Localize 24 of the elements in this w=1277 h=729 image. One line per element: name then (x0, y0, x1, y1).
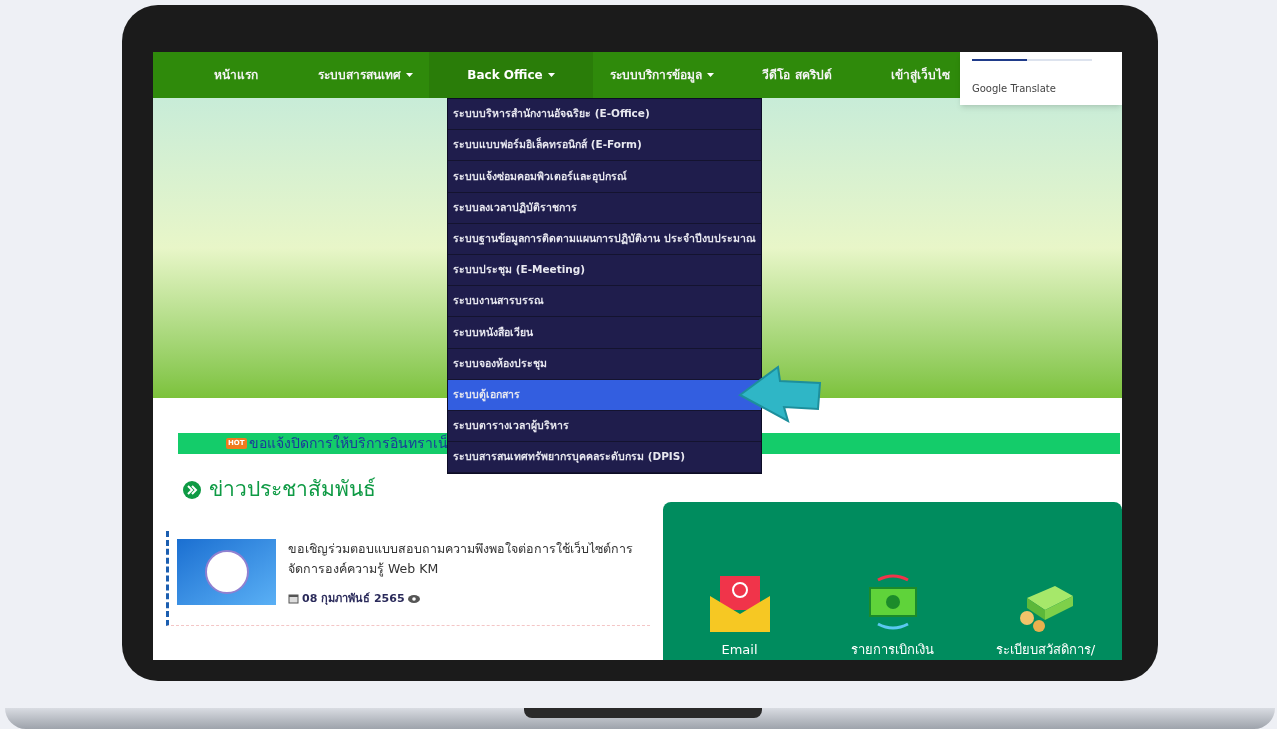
service-label[interactable]: รายการเบิกเงิน (851, 640, 934, 660)
caret-icon (547, 73, 555, 77)
envelope-icon (709, 574, 770, 632)
double-chevron-icon (183, 480, 201, 499)
announcement-text[interactable]: ขอแจ้งปิดการให้บริการอินทราเน็ (248, 433, 448, 454)
eye-icon (407, 594, 420, 603)
calendar-icon (288, 593, 299, 605)
nav-link[interactable]: Back Office (429, 52, 593, 98)
popup-label: Google Translate (972, 82, 1057, 96)
menu-item[interactable]: ระบบตู้เอกสาร (448, 379, 761, 411)
pointing-arrow-icon (738, 365, 822, 423)
news-date: 08 กุมภาพันธ์ 2565 (302, 590, 405, 607)
service-label[interactable]: ระเบียบสวัสดิการ/ (995, 640, 1096, 660)
news-title[interactable]: ขอเชิญร่วมตอบแบบสอบถามความพึงพอใจต่อการใช้เว็บไซต์การจัดการองค์ความรู้ Web KM (288, 538, 650, 579)
section-title: ข่าวประชาสัมพันธ์ (209, 476, 376, 503)
caret-icon (707, 73, 714, 77)
service-label[interactable]: Email (721, 640, 758, 660)
nav-link[interactable]: วีดีโอ สคริปต์ (731, 52, 863, 98)
nav-link[interactable]: เข้าสู่เว็บไซ (863, 52, 960, 98)
money-transfer-icon (867, 572, 918, 632)
nav-link[interactable]: ระบบบริการข้อมูล (593, 52, 731, 98)
nav-link[interactable]: หน้าแรก (171, 52, 301, 98)
caret-icon (405, 73, 413, 77)
nav-link[interactable]: ระบบสารสนเทศ (301, 52, 429, 98)
